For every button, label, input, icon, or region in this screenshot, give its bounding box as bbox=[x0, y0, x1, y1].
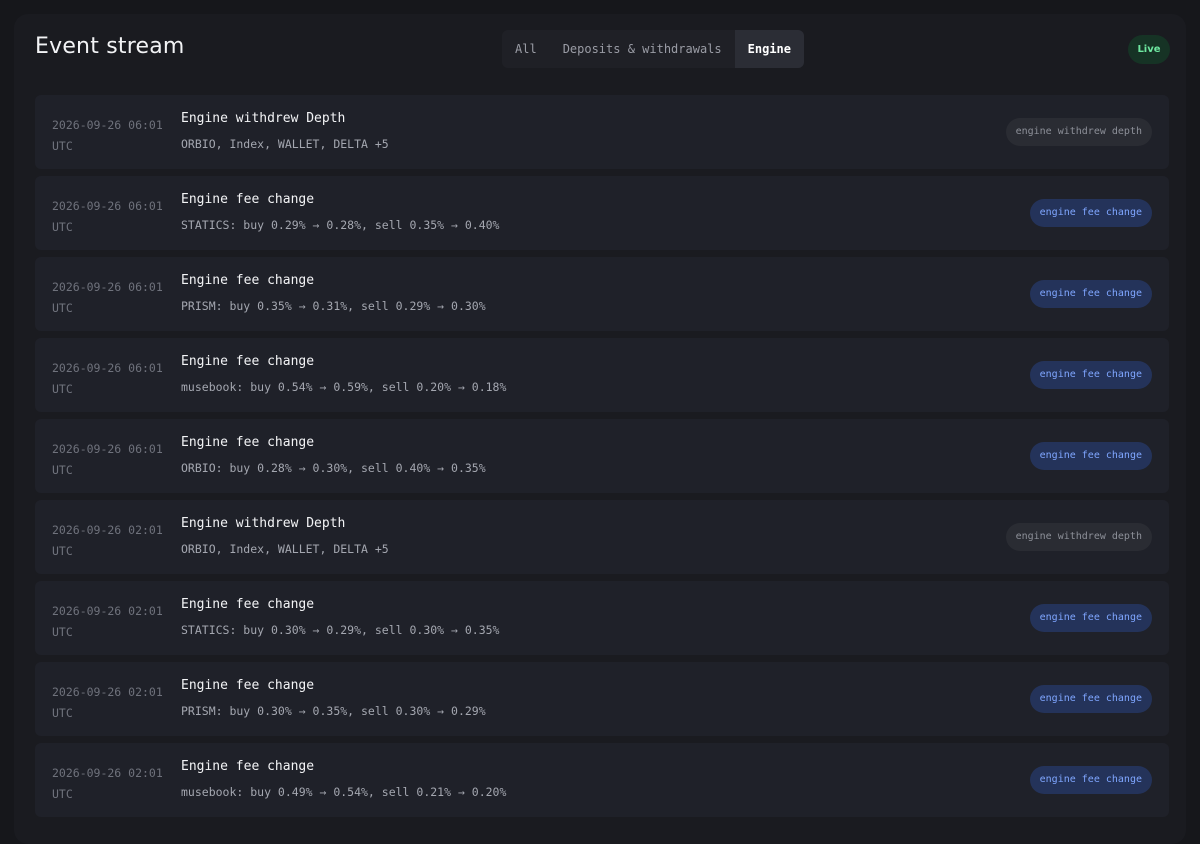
event-description: PRISM: buy 0.30% → 0.35%, sell 0.30% → 0… bbox=[181, 704, 486, 718]
event-title: Engine fee change bbox=[181, 435, 315, 450]
event-description: PRISM: buy 0.35% → 0.31%, sell 0.29% → 0… bbox=[181, 299, 486, 313]
event-timezone: UTC bbox=[52, 706, 73, 720]
event-row[interactable]: 2026-09-26 06:01 UTC Engine fee change muse… bbox=[35, 338, 1169, 412]
event-title: Engine withdrew Depth bbox=[181, 111, 346, 126]
event-timestamp: 2026-09-26 02:01 UTC bbox=[52, 682, 172, 724]
event-date: 2026-09-26 02:01 bbox=[52, 523, 163, 537]
event-description: STATICS: buy 0.30% → 0.29%, sell 0.30% →… bbox=[181, 623, 500, 637]
event-row[interactable]: 2026-09-26 06:01 UTC Engine fee change STAT… bbox=[35, 176, 1169, 250]
tab-engine[interactable]: Engine bbox=[734, 30, 804, 68]
event-row[interactable]: 2026-09-26 02:01 UTC Engine fee change PRIS… bbox=[35, 662, 1169, 736]
event-date: 2026-09-26 02:01 bbox=[52, 685, 163, 699]
event-type-tag: engine withdrew depth bbox=[1005, 118, 1152, 146]
event-row[interactable]: 2026-09-26 06:01 UTC Engine fee change ORBI… bbox=[35, 419, 1169, 493]
event-type-tag: engine withdrew depth bbox=[1005, 523, 1152, 551]
filter-tabs: All Deposits & withdrawals Engine bbox=[502, 30, 804, 68]
event-type-tag: engine fee change bbox=[1029, 280, 1152, 308]
event-timezone: UTC bbox=[52, 139, 73, 153]
event-row[interactable]: 2026-09-26 06:01 UTC Engine withdrew Depth… bbox=[35, 95, 1169, 169]
event-date: 2026-09-26 06:01 bbox=[52, 280, 163, 294]
event-date: 2026-09-26 06:01 bbox=[52, 361, 163, 375]
event-type-tag: engine fee change bbox=[1029, 442, 1152, 470]
event-date: 2026-09-26 02:01 bbox=[52, 766, 163, 780]
event-type-tag: engine fee change bbox=[1029, 361, 1152, 389]
event-type-tag: engine fee change bbox=[1029, 604, 1152, 632]
event-date: 2026-09-26 06:01 bbox=[52, 199, 163, 213]
event-title: Engine fee change bbox=[181, 354, 315, 369]
live-status-badge: Live bbox=[1128, 35, 1170, 64]
event-type-tag: engine fee change bbox=[1029, 766, 1152, 794]
event-timezone: UTC bbox=[52, 382, 73, 396]
event-timezone: UTC bbox=[52, 220, 73, 234]
event-list: 2026-09-26 06:01 UTC Engine withdrew Depth… bbox=[35, 95, 1169, 824]
event-title: Engine fee change bbox=[181, 759, 315, 774]
event-timestamp: 2026-09-26 06:01 UTC bbox=[52, 358, 172, 400]
event-date: 2026-09-26 06:01 bbox=[52, 442, 163, 456]
event-description: ORBIO, Index, WALLET, DELTA +5 bbox=[181, 542, 389, 556]
event-timezone: UTC bbox=[52, 463, 73, 477]
event-title: Engine fee change bbox=[181, 678, 315, 693]
event-timestamp: 2026-09-26 06:01 UTC bbox=[52, 277, 172, 319]
event-timestamp: 2026-09-26 06:01 UTC bbox=[52, 196, 172, 238]
event-timestamp: 2026-09-26 06:01 UTC bbox=[52, 439, 172, 481]
event-timezone: UTC bbox=[52, 301, 73, 315]
page-title: Event stream bbox=[35, 34, 185, 59]
event-description: ORBIO, Index, WALLET, DELTA +5 bbox=[181, 137, 389, 151]
event-date: 2026-09-26 02:01 bbox=[52, 604, 163, 618]
event-title: Engine fee change bbox=[181, 192, 315, 207]
event-timestamp: 2026-09-26 06:01 UTC bbox=[52, 115, 172, 157]
tab-all[interactable]: All bbox=[502, 30, 550, 68]
event-timezone: UTC bbox=[52, 625, 73, 639]
event-timezone: UTC bbox=[52, 544, 73, 558]
event-title: Engine fee change bbox=[181, 597, 315, 612]
event-type-tag: engine fee change bbox=[1029, 685, 1152, 713]
tab-deposits-withdrawals[interactable]: Deposits & withdrawals bbox=[550, 30, 735, 68]
event-description: musebook: buy 0.54% → 0.59%, sell 0.20% … bbox=[181, 380, 507, 394]
event-type-tag: engine fee change bbox=[1029, 199, 1152, 227]
event-timestamp: 2026-09-26 02:01 UTC bbox=[52, 601, 172, 643]
event-description: ORBIO: buy 0.28% → 0.30%, sell 0.40% → 0… bbox=[181, 461, 486, 475]
event-title: Engine fee change bbox=[181, 273, 315, 288]
event-description: musebook: buy 0.49% → 0.54%, sell 0.21% … bbox=[181, 785, 507, 799]
event-timestamp: 2026-09-26 02:01 UTC bbox=[52, 520, 172, 562]
event-row[interactable]: 2026-09-26 02:01 UTC Engine fee change STAT… bbox=[35, 581, 1169, 655]
event-date: 2026-09-26 06:01 bbox=[52, 118, 163, 132]
event-row[interactable]: 2026-09-26 06:01 UTC Engine fee change PRIS… bbox=[35, 257, 1169, 331]
event-row[interactable]: 2026-09-26 02:01 UTC Engine fee change muse… bbox=[35, 743, 1169, 817]
event-timestamp: 2026-09-26 02:01 UTC bbox=[52, 763, 172, 805]
event-description: STATICS: buy 0.29% → 0.28%, sell 0.35% →… bbox=[181, 218, 500, 232]
event-title: Engine withdrew Depth bbox=[181, 516, 346, 531]
event-timezone: UTC bbox=[52, 787, 73, 801]
event-row[interactable]: 2026-09-26 02:01 UTC Engine withdrew Depth… bbox=[35, 500, 1169, 574]
